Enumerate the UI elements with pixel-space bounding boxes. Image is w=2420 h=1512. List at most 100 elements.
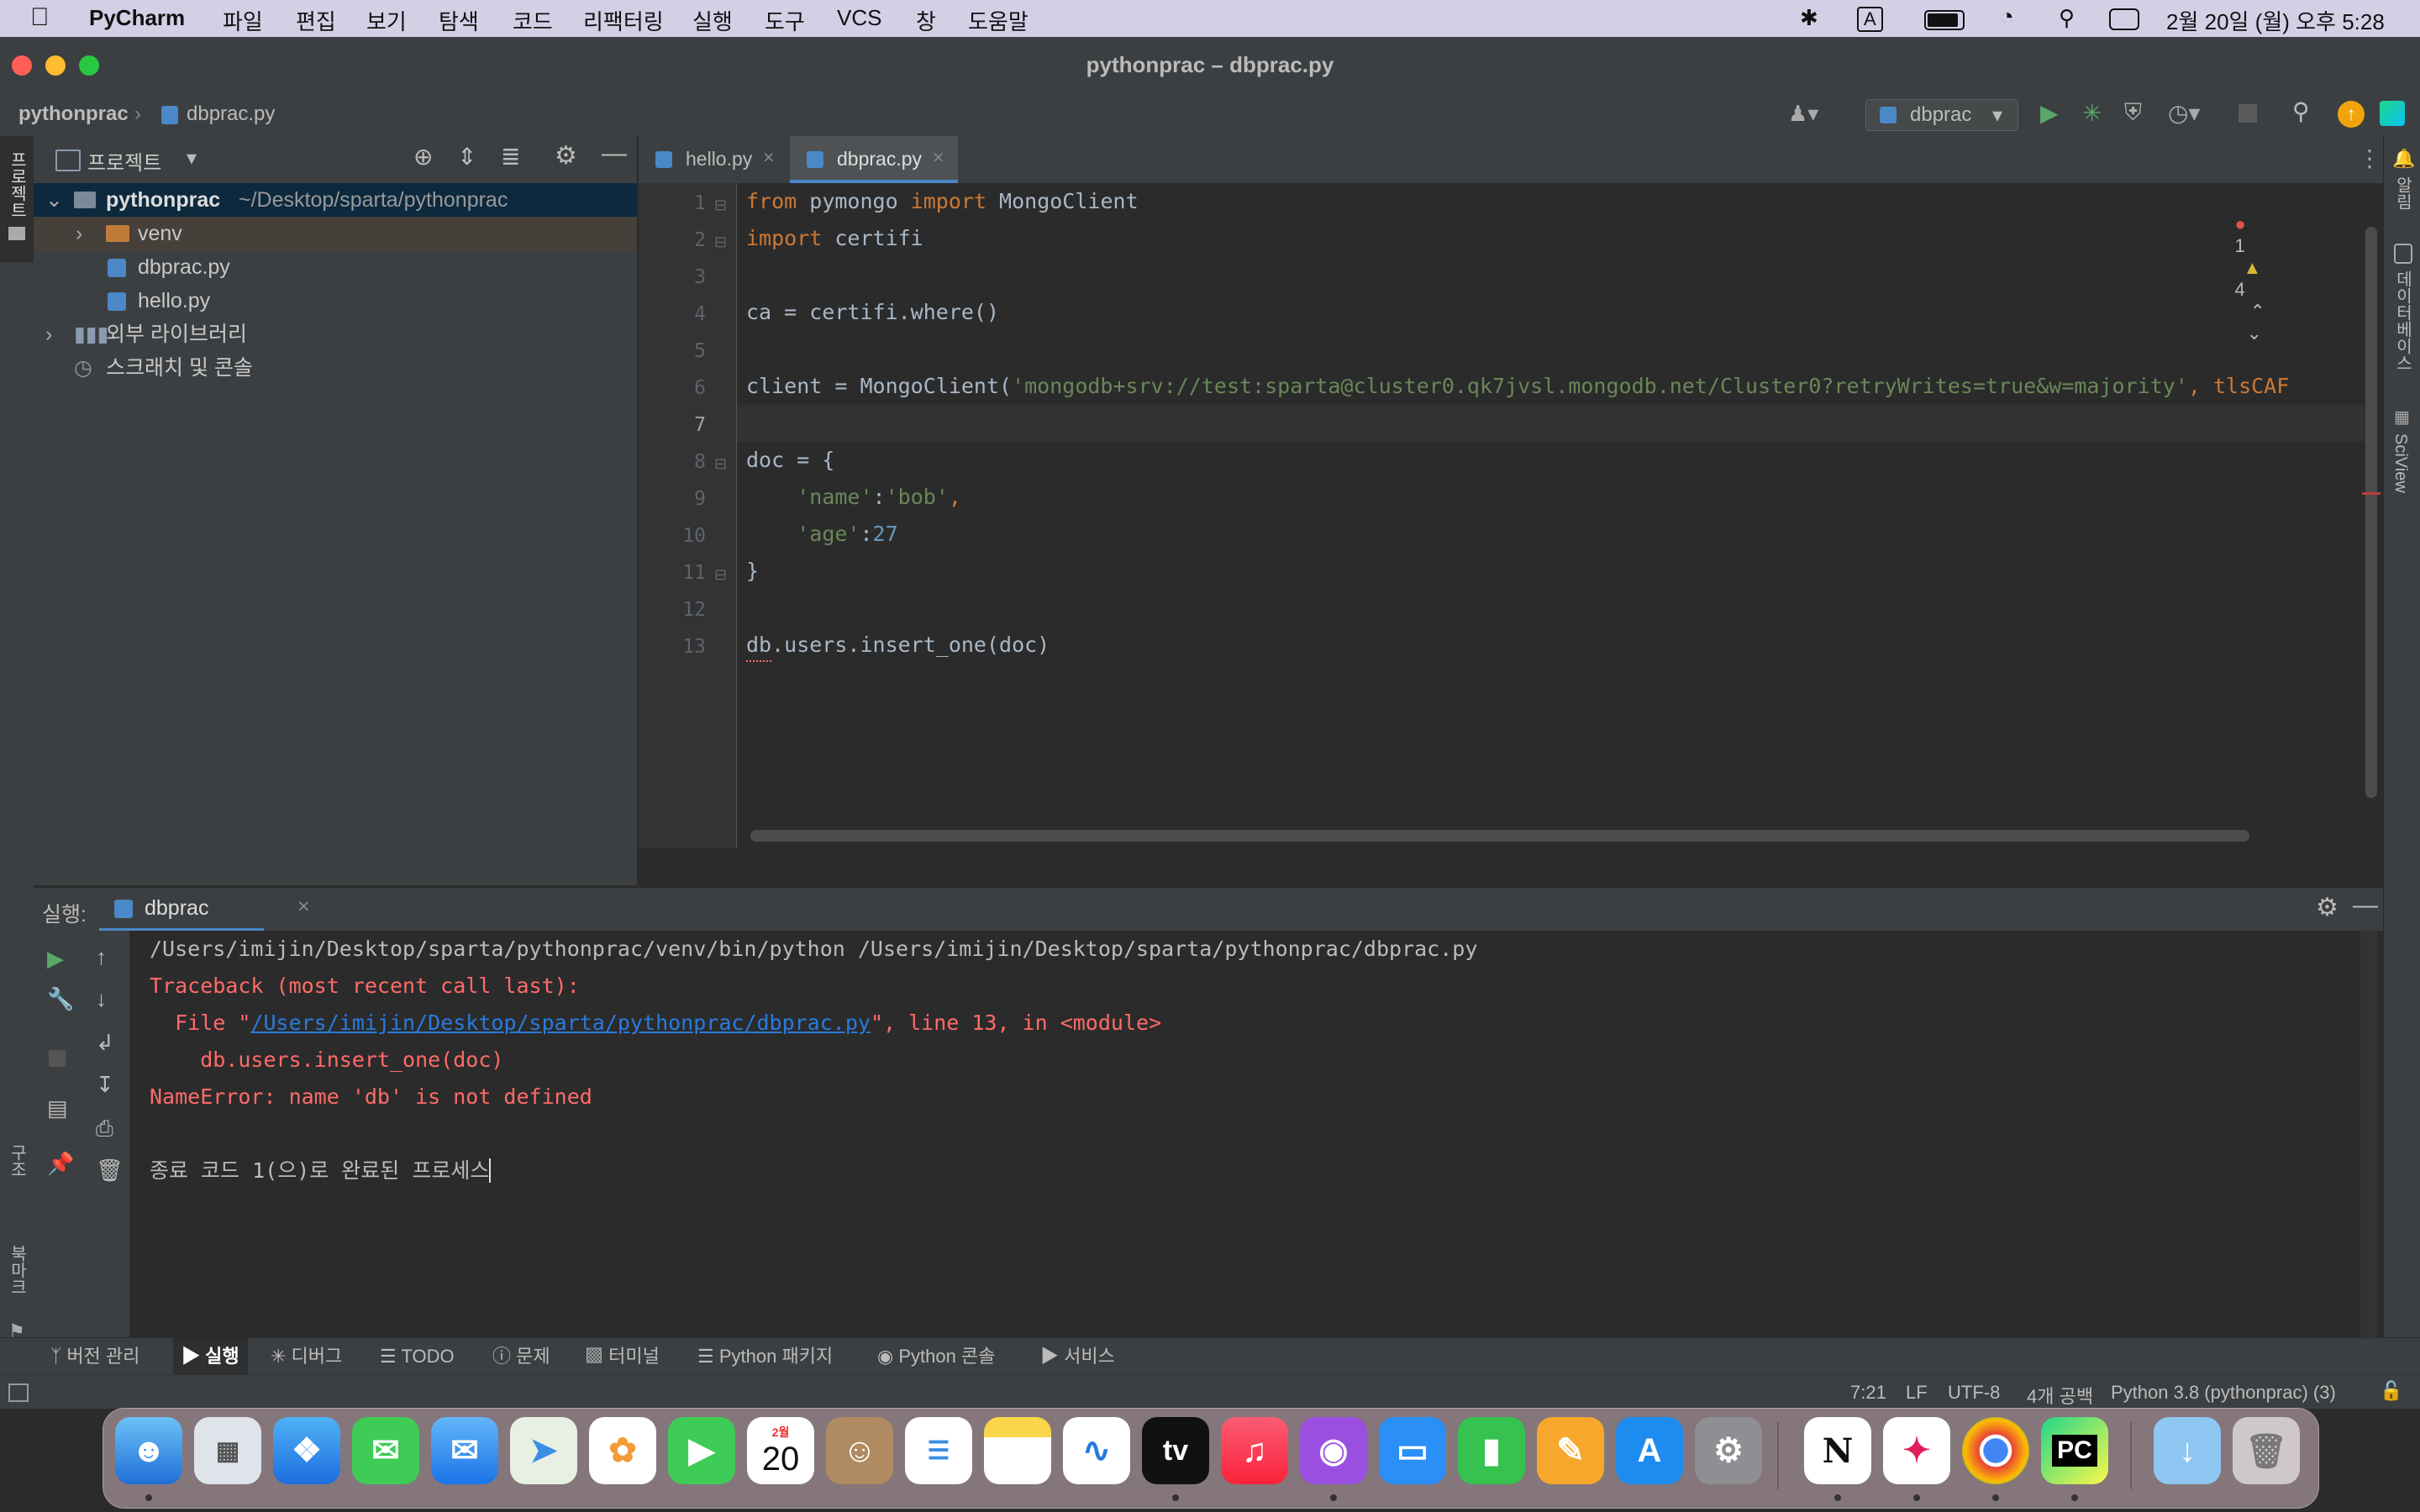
safari-icon[interactable]: ❖ bbox=[273, 1417, 340, 1484]
project-tool-button[interactable]: 프로젝트 bbox=[0, 136, 34, 262]
breadcrumb-file[interactable]: dbprac.py bbox=[187, 102, 275, 126]
tree-row-scratches[interactable]: ◷ 스크래치 및 콘솔 bbox=[34, 351, 637, 385]
tree-row-external-libraries[interactable]: › ▮▮▮ 외부 라이브러리 bbox=[34, 318, 637, 351]
run-config-selector[interactable]: dbprac ▾ bbox=[1865, 99, 2018, 131]
tree-row-hello[interactable]: hello.py bbox=[34, 284, 637, 318]
podcasts-icon[interactable]: ◉ bbox=[1300, 1417, 1367, 1484]
notifications-tool-label[interactable]: 알림 bbox=[2391, 176, 2415, 210]
python-interpreter[interactable]: Python 3.8 (pythonprac) (3) bbox=[2111, 1382, 2336, 1404]
fold-icon[interactable]: ⊟ bbox=[714, 455, 727, 473]
scroll-to-end-icon[interactable]: ↧ bbox=[96, 1072, 114, 1098]
notifications-bell-icon[interactable]: 🔔 bbox=[2392, 148, 2415, 170]
menu-vcs[interactable]: VCS bbox=[837, 5, 881, 31]
chevron-down-icon[interactable]: ⌄ bbox=[45, 183, 63, 217]
line-separator[interactable]: LF bbox=[1906, 1382, 1928, 1404]
tool-tab-version-control[interactable]: ᛉ 버전 관리 bbox=[50, 1338, 139, 1375]
collapse-all-icon[interactable]: ≣ bbox=[501, 143, 520, 171]
editor-vertical-scrollbar[interactable] bbox=[2365, 227, 2377, 798]
stop-icon[interactable] bbox=[2238, 104, 2257, 123]
caret-position[interactable]: 7:21 bbox=[1850, 1382, 1886, 1404]
hide-panel-icon[interactable]: — bbox=[602, 139, 627, 168]
database-tool-label[interactable]: 데이터베이스 bbox=[2391, 270, 2415, 371]
reminders-icon[interactable]: ☰ bbox=[905, 1417, 972, 1484]
tool-tab-problems[interactable]: ⓘ 문제 bbox=[492, 1338, 550, 1375]
maps-icon[interactable]: ➤ bbox=[510, 1417, 577, 1484]
tool-tab-run[interactable]: ▶ 실행 bbox=[173, 1338, 248, 1375]
chrome-icon[interactable] bbox=[1962, 1417, 2029, 1484]
chevron-right-icon[interactable]: › bbox=[45, 318, 52, 351]
toggle-tool-windows-icon[interactable] bbox=[8, 1383, 29, 1402]
up-arrow-icon[interactable]: ↑ bbox=[96, 944, 107, 970]
keynote-icon[interactable]: ▭ bbox=[1379, 1417, 1446, 1484]
menu-app-name[interactable]: PyCharm bbox=[89, 5, 185, 31]
spotlight-search-icon[interactable]: ⚲ bbox=[2059, 5, 2075, 31]
more-tabs-icon[interactable]: ⋮ bbox=[2358, 144, 2381, 172]
run-tab-dbprac[interactable]: dbprac × bbox=[99, 888, 310, 932]
contacts-icon[interactable]: ☺ bbox=[826, 1417, 893, 1484]
tab-hello-py[interactable]: hello.py × bbox=[639, 136, 786, 183]
numbers-icon[interactable]: ▮ bbox=[1458, 1417, 1525, 1484]
trash-icon[interactable]: 🗑 bbox=[2233, 1417, 2300, 1484]
notion-icon[interactable]: N bbox=[1804, 1417, 1871, 1484]
console-scrollbar[interactable] bbox=[2360, 931, 2377, 1337]
control-center-icon[interactable] bbox=[2109, 8, 2139, 30]
menu-view[interactable]: 보기 bbox=[366, 5, 407, 36]
slack-icon[interactable]: ✦ bbox=[1883, 1417, 1950, 1484]
tool-tab-python-console[interactable]: ◉ Python 콘솔 bbox=[877, 1338, 995, 1375]
close-tab-icon[interactable]: × bbox=[297, 895, 310, 919]
notes-icon[interactable] bbox=[984, 1417, 1051, 1484]
breadcrumb-project[interactable]: pythonprac bbox=[18, 102, 129, 126]
close-tab-icon[interactable]: × bbox=[933, 146, 944, 169]
wifi-icon[interactable]: ◔ bbox=[2000, 3, 2014, 30]
profile-icon[interactable]: ◷▾ bbox=[2168, 99, 2201, 127]
menu-refactor[interactable]: 리팩터링 bbox=[583, 5, 664, 36]
debug-icon[interactable]: ✳ bbox=[2082, 99, 2102, 127]
down-arrow-icon[interactable]: ↓ bbox=[96, 986, 107, 1012]
indent-setting[interactable]: 4개 공백 bbox=[2027, 1382, 2093, 1409]
messages-icon[interactable]: ✉ bbox=[352, 1417, 419, 1484]
error-stripe-marker[interactable] bbox=[2362, 492, 2381, 495]
launchpad-icon[interactable]: ▦ bbox=[194, 1417, 261, 1484]
update-icon[interactable]: ↑ bbox=[2338, 101, 2365, 128]
file-encoding[interactable]: UTF-8 bbox=[1948, 1382, 2000, 1404]
menu-clock[interactable]: 2월 20일 (월) 오후 5:28 bbox=[2166, 5, 2385, 36]
menu-window[interactable]: 창 bbox=[916, 5, 936, 36]
rerun-icon[interactable]: ▶ bbox=[47, 946, 64, 972]
finder-icon[interactable]: ☻ bbox=[115, 1417, 182, 1484]
chevron-down-icon[interactable]: ▾ bbox=[187, 146, 197, 171]
menu-file[interactable]: 파일 bbox=[223, 5, 263, 36]
mail-icon[interactable]: ✉ bbox=[431, 1417, 498, 1484]
user-account-icon[interactable]: ♟▾ bbox=[1788, 101, 1818, 127]
tool-tab-debug[interactable]: ✳ 디버그 bbox=[271, 1338, 342, 1375]
calendar-icon[interactable]: 2월 20 bbox=[747, 1417, 814, 1484]
freeform-icon[interactable]: ∿ bbox=[1063, 1417, 1130, 1484]
project-view-title[interactable]: 프로젝트 bbox=[87, 146, 161, 176]
search-everywhere-icon[interactable]: ⚲ bbox=[2292, 97, 2310, 125]
menu-run[interactable]: 실행 bbox=[692, 5, 733, 36]
tool-tab-python-packages[interactable]: ☰ Python 패키지 bbox=[697, 1338, 833, 1375]
previous-highlight-icon[interactable]: ⌃ bbox=[2249, 301, 2265, 322]
chevron-right-icon[interactable]: › bbox=[76, 217, 82, 250]
next-highlight-icon[interactable]: ⌄ bbox=[2246, 323, 2261, 344]
print-icon[interactable]: ⎙ bbox=[96, 1116, 113, 1142]
fold-icon[interactable]: ⊟ bbox=[714, 566, 727, 584]
structure-tool-button[interactable]: 구조 bbox=[0, 1144, 34, 1245]
tree-row-dbprac[interactable]: dbprac.py bbox=[34, 250, 637, 284]
gear-icon[interactable]: ⚙ bbox=[555, 141, 577, 171]
input-source-indicator[interactable]: A bbox=[1857, 7, 1883, 32]
photos-icon[interactable]: ✿ bbox=[589, 1417, 656, 1484]
battery-icon[interactable] bbox=[1924, 10, 1965, 30]
menu-help[interactable]: 도움말 bbox=[968, 5, 1028, 36]
facetime-icon[interactable]: ▶ bbox=[668, 1417, 735, 1484]
wrench-icon[interactable]: 🔧 bbox=[47, 986, 74, 1012]
hide-panel-icon[interactable]: — bbox=[2353, 891, 2378, 920]
tool-tab-terminal[interactable]: ▩ 터미널 bbox=[585, 1338, 660, 1375]
stop-icon[interactable] bbox=[49, 1050, 66, 1067]
inspection-widget[interactable]: ● 1 ▲ 4 ⌃ ⌄ bbox=[2214, 192, 2265, 344]
tab-dbprac-py[interactable]: dbprac.py × bbox=[790, 136, 958, 183]
sciview-tool-label[interactable]: SciView bbox=[2391, 433, 2410, 493]
tree-row-venv[interactable]: › venv bbox=[34, 217, 637, 250]
pycharm-icon[interactable]: PC bbox=[2041, 1417, 2108, 1484]
lock-icon[interactable]: 🔓 bbox=[2380, 1380, 2402, 1402]
run-console-output[interactable]: /Users/imijin/Desktop/sparta/pythonprac/… bbox=[130, 931, 2383, 1337]
